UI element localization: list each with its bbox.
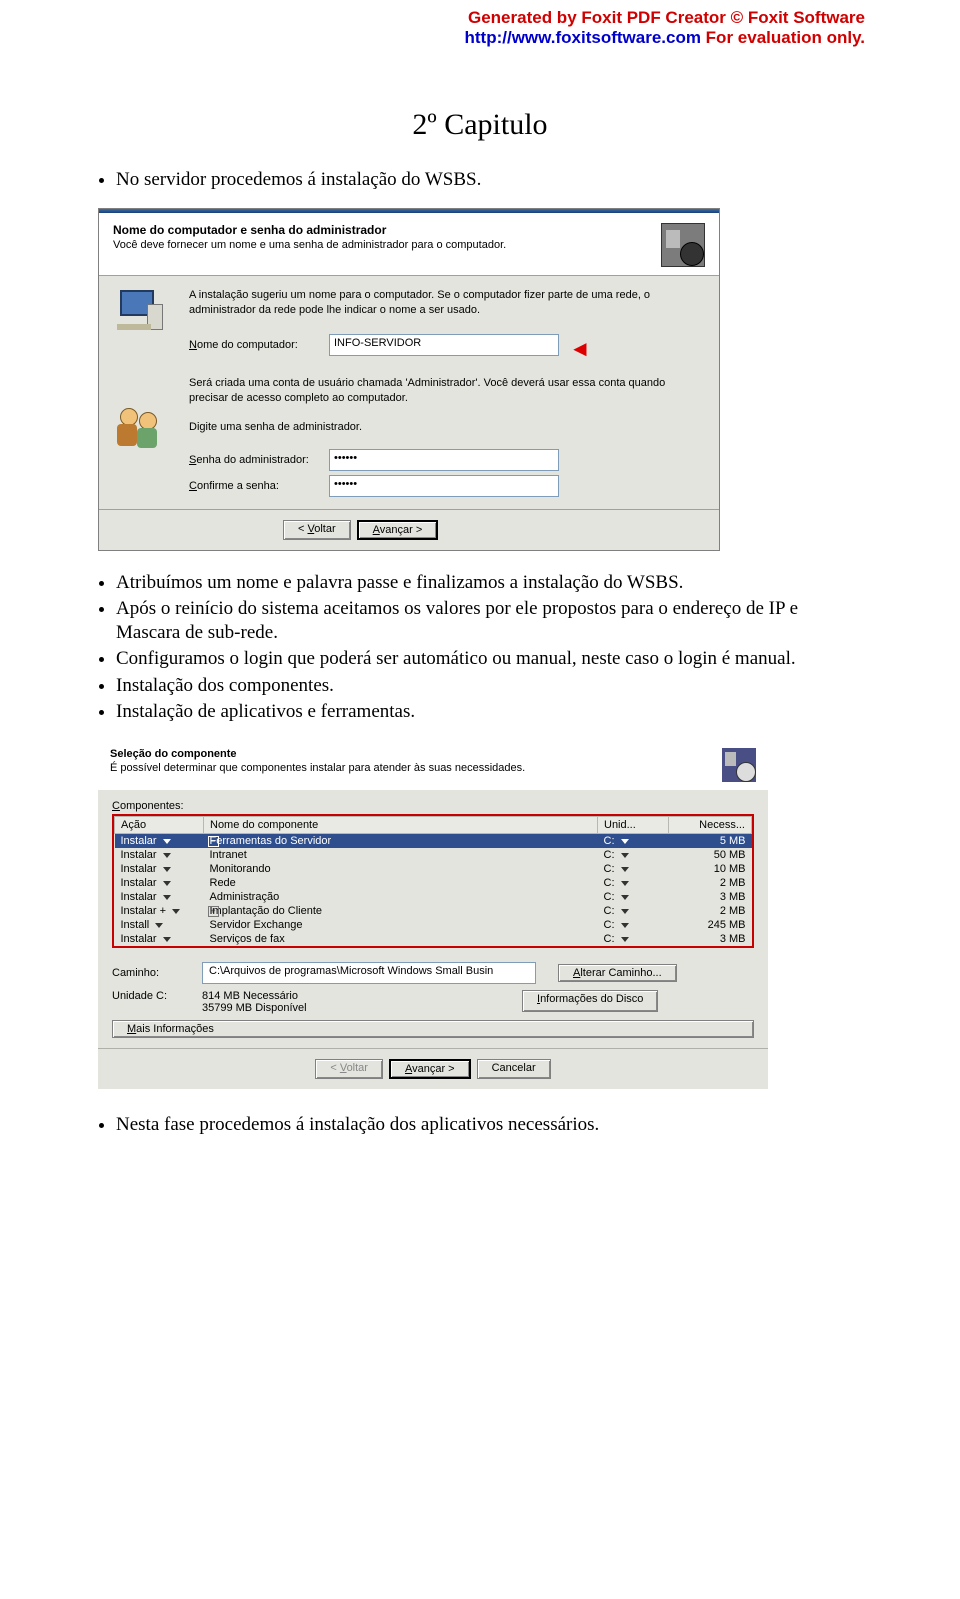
path-input[interactable]: C:\Arquivos de programas\Microsoft Windo…	[202, 962, 536, 984]
list-item: Instalação dos componentes.	[116, 674, 862, 698]
components-table-highlight: Ação Nome do componente Unid... Necess..…	[112, 814, 754, 948]
dialog2-title: Seleção do componente	[110, 748, 525, 760]
col-name[interactable]: Nome do componente	[204, 817, 598, 834]
components-label: Componentes:	[112, 800, 754, 812]
required-space: 814 MB Necessário	[202, 990, 522, 1002]
watermark-line2: http://www.foxitsoftware.com For evaluat…	[0, 28, 865, 48]
table-row[interactable]: Instalar MonitorandoC: 10 MB	[115, 862, 752, 876]
watermark: Generated by Foxit PDF Creator © Foxit S…	[0, 0, 960, 48]
dialog1-paragraph-3: Digite uma senha de administrador.	[189, 420, 701, 435]
computer-name-label: Nome do computador:	[189, 339, 329, 351]
list-item: Instalação de aplicativos e ferramentas.	[116, 700, 862, 724]
table-row[interactable]: Instalar Serviços de faxC: 3 MB	[115, 932, 752, 946]
unit-label: Unidade C:	[112, 990, 202, 1014]
col-action[interactable]: Ação	[115, 817, 204, 834]
table-row[interactable]: Instalar AdministraçãoC: 3 MB	[115, 890, 752, 904]
table-row[interactable]: Instalar IntranetC: 50 MB	[115, 848, 752, 862]
chapter-title: 2º Capitulo	[98, 108, 862, 142]
back-button[interactable]: < Voltar	[283, 520, 351, 540]
table-row[interactable]: Install Servidor ExchangeC: 245 MB	[115, 918, 752, 932]
table-row[interactable]: Instalar RedeC: 2 MB	[115, 876, 752, 890]
computer-icon	[117, 290, 163, 330]
col-unit[interactable]: Unid...	[598, 817, 669, 834]
users-icon	[117, 406, 163, 450]
dialog1-subtitle: Você deve fornecer um nome e uma senha d…	[113, 239, 506, 251]
list-item: Após o reinício do sistema aceitamos os …	[116, 597, 862, 646]
back-button: < Voltar	[315, 1059, 383, 1079]
dialog2-subtitle: É possível determinar que componentes in…	[110, 762, 525, 774]
component-selection-dialog: Seleção do componente É possível determi…	[98, 740, 768, 1089]
cancel-button[interactable]: Cancelar	[477, 1059, 551, 1079]
list-item: Atribuímos um nome e palavra passe e fin…	[116, 571, 862, 595]
dialog1-title: Nome do computador e senha do administra…	[113, 223, 506, 237]
table-row[interactable]: Instalar −Ferramentas do ServidorC: 5 MB	[115, 834, 752, 849]
dialog1-paragraph-1: A instalação sugeriu um nome para o comp…	[189, 288, 701, 318]
setup-disk-icon	[661, 223, 705, 267]
path-label: Caminho:	[112, 967, 202, 979]
watermark-line1: Generated by Foxit PDF Creator © Foxit S…	[0, 8, 865, 28]
setup-disk-icon	[722, 748, 756, 782]
password-label: Senha do administrador:	[189, 454, 329, 466]
password-input[interactable]: ••••••	[329, 449, 559, 471]
intro-bullet: No servidor procedemos á instalação do W…	[116, 168, 862, 192]
more-info-button[interactable]: Mais Informações	[112, 1020, 754, 1038]
dialog1-paragraph-2: Será criada uma conta de usuário chamada…	[189, 376, 701, 406]
highlight-arrow-icon: ◄	[569, 336, 591, 362]
change-path-button[interactable]: Alterar Caminho...	[558, 964, 677, 982]
list-item: Configuramos o login que poderá ser auto…	[116, 647, 862, 671]
confirm-password-label: Confirme a senha:	[189, 480, 329, 492]
next-button[interactable]: Avançar >	[389, 1059, 471, 1079]
table-row[interactable]: Instalar + +Implantação do ClienteC: 2 M…	[115, 904, 752, 918]
col-size[interactable]: Necess...	[669, 817, 752, 834]
components-table[interactable]: Ação Nome do componente Unid... Necess..…	[114, 816, 752, 946]
computer-name-input[interactable]: INFO-SERVIDOR	[329, 334, 559, 356]
installer-dialog-name-password: Nome do computador e senha do administra…	[98, 208, 720, 550]
mid-bullet-list: Atribuímos um nome e palavra passe e fin…	[116, 571, 862, 725]
next-button[interactable]: Avançar >	[357, 520, 439, 540]
available-space: 35799 MB Disponível	[202, 1002, 522, 1014]
disk-info-button[interactable]: Informações do Disco	[522, 990, 658, 1012]
final-bullet: Nesta fase procedemos á instalação dos a…	[116, 1113, 862, 1137]
confirm-password-input[interactable]: ••••••	[329, 475, 559, 497]
